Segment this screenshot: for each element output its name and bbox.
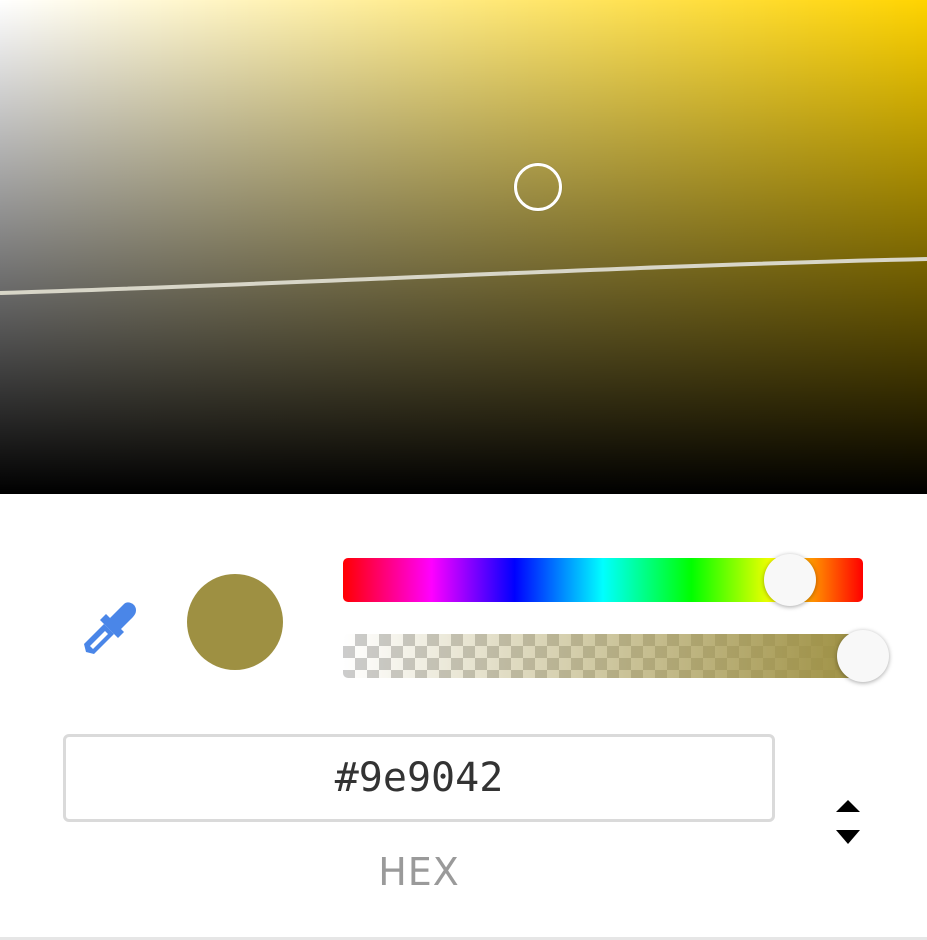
alpha-slider-handle[interactable] (837, 630, 889, 682)
alpha-gradient (343, 634, 863, 678)
saturation-value-area[interactable] (0, 0, 927, 494)
hex-label: HEX (378, 850, 460, 894)
hex-input[interactable] (63, 734, 775, 822)
hue-slider-handle[interactable] (764, 554, 816, 606)
current-color-swatch (187, 574, 283, 670)
saturation-value-pointer[interactable] (514, 163, 562, 211)
alpha-slider[interactable] (343, 634, 863, 678)
eyedropper-icon[interactable] (78, 596, 142, 656)
color-picker: HEX (0, 0, 927, 940)
sv-area-divider-line (0, 257, 927, 295)
up-down-arrows-icon[interactable] (828, 794, 868, 850)
